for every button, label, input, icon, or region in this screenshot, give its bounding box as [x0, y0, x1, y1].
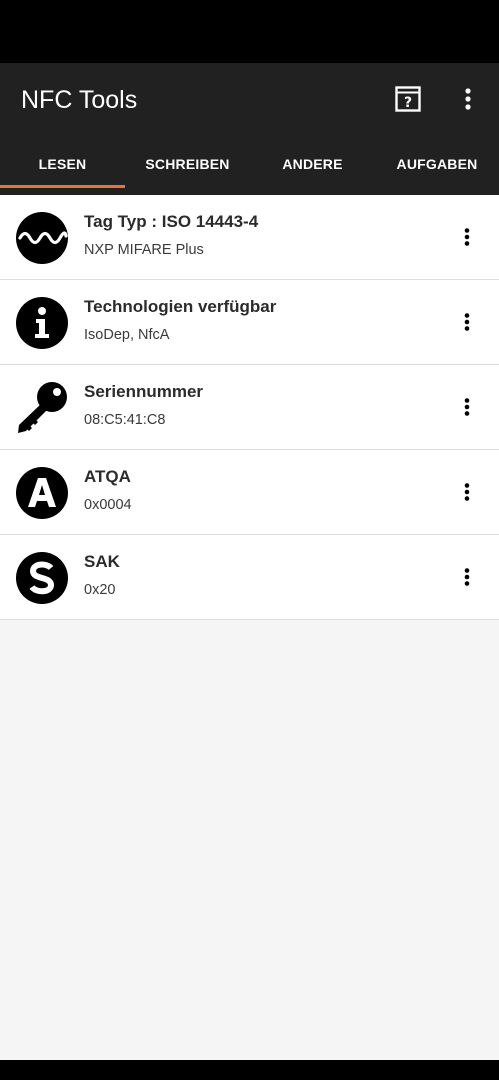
- more-vert-icon: [464, 313, 470, 331]
- more-vert-icon: [465, 88, 471, 110]
- list-item-tag-type[interactable]: Tag Typ : ISO 14443-4 NXP MIFARE Plus: [0, 195, 499, 280]
- item-title: ATQA: [84, 467, 131, 486]
- item-more-button[interactable]: [455, 221, 479, 253]
- app-title: NFC Tools: [21, 86, 138, 114]
- app-bar: NFC Tools ?: [0, 63, 499, 133]
- item-title: Tag Typ : ISO 14443-4: [84, 212, 259, 231]
- item-value: 08:C5:41:C8: [84, 412, 166, 428]
- help-button[interactable]: ?: [392, 83, 424, 115]
- tag-info-list: Tag Typ : ISO 14443-4 NXP MIFARE Plus Te…: [0, 195, 499, 620]
- status-bar: [0, 0, 499, 63]
- list-item-atqa[interactable]: ATQA 0x0004: [0, 450, 499, 535]
- item-more-button[interactable]: [455, 561, 479, 593]
- item-more-button[interactable]: [455, 391, 479, 423]
- list-item-technologies[interactable]: Technologien verfügbar IsoDep, NfcA: [0, 280, 499, 365]
- navigation-bar: [0, 1060, 499, 1080]
- key-icon: [18, 382, 67, 433]
- help-box-icon: ?: [395, 86, 421, 112]
- svg-text:?: ?: [404, 95, 412, 111]
- item-title: Seriennummer: [84, 382, 204, 401]
- item-value: 0x0004: [84, 497, 132, 513]
- tab-aufgaben[interactable]: AUFGABEN: [375, 133, 499, 195]
- selected-tab-indicator: [0, 185, 125, 188]
- tab-andere[interactable]: ANDERE: [250, 133, 375, 195]
- item-value: IsoDep, NfcA: [84, 327, 170, 343]
- wave-icon: [16, 212, 68, 264]
- info-icon: [16, 297, 68, 349]
- item-more-button[interactable]: [455, 476, 479, 508]
- more-vert-icon: [464, 483, 470, 501]
- list-item-sak[interactable]: SAK 0x20: [0, 535, 499, 620]
- more-vert-icon: [464, 228, 470, 246]
- more-vert-icon: [464, 398, 470, 416]
- item-value: 0x20: [84, 582, 116, 598]
- item-title: SAK: [84, 552, 120, 571]
- more-vert-icon: [464, 568, 470, 586]
- list-item-serial-number[interactable]: Seriennummer 08:C5:41:C8: [0, 365, 499, 450]
- letter-s-icon: [16, 552, 68, 604]
- overflow-menu-button[interactable]: [456, 83, 480, 115]
- tab-schreiben[interactable]: SCHREIBEN: [125, 133, 250, 195]
- item-value: NXP MIFARE Plus: [84, 242, 204, 258]
- letter-a-icon: [16, 467, 68, 519]
- item-more-button[interactable]: [455, 306, 479, 338]
- item-title: Technologien verfügbar: [84, 297, 277, 316]
- tab-bar: LESEN SCHREIBEN ANDERE AUFGABEN: [0, 133, 499, 195]
